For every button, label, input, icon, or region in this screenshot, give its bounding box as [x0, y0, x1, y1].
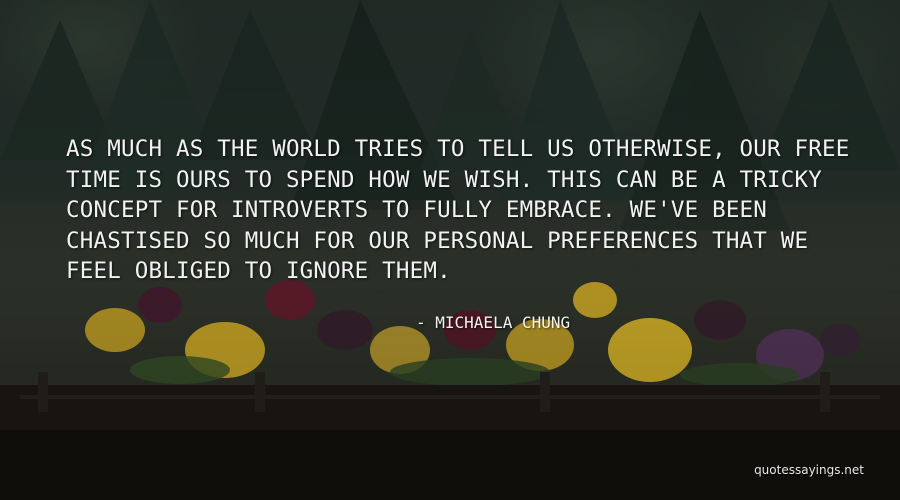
quote-text: AS MUCH AS THE WORLD TRIES TO TELL US OT…	[66, 136, 850, 284]
watermark: quotessayings.net	[754, 463, 864, 477]
quote-author: - MICHAELA CHUNG	[416, 313, 571, 332]
quote-image: AS MUCH AS THE WORLD TRIES TO TELL US OT…	[0, 0, 900, 500]
